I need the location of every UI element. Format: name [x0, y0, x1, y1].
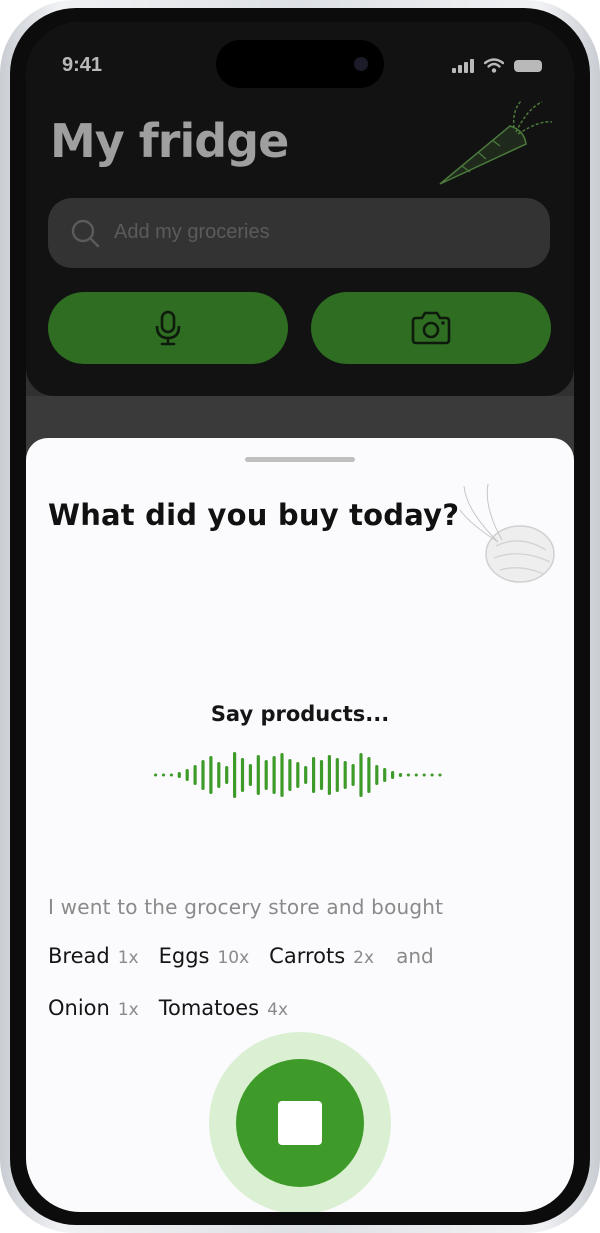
product-chip[interactable]: Onion 1x — [48, 996, 159, 1020]
waveform-bar — [327, 755, 331, 795]
waveform-bar — [256, 755, 260, 795]
product-chip[interactable]: Carrots 2x — [269, 944, 394, 968]
waveform-bar — [351, 764, 355, 786]
fridge-header-card: 9:41 My fridge Add my groceries — [26, 22, 574, 396]
waveform-bar — [177, 772, 181, 778]
product-name: Onion — [48, 996, 110, 1020]
transcript-conjunction: and — [396, 944, 434, 968]
waveform-bar — [398, 773, 403, 777]
waveform-bar — [335, 758, 339, 792]
waveform-bar — [264, 760, 268, 790]
waveform-bar — [414, 773, 418, 777]
listening-prompt: Say products... — [210, 702, 390, 726]
waveform-bar — [296, 762, 300, 788]
waveform-bar — [367, 757, 371, 793]
waveform-bar — [280, 753, 284, 797]
sheet-title: What did you buy today? — [48, 498, 460, 532]
waveform-bar — [359, 753, 363, 797]
waveform-bar — [217, 762, 221, 788]
signal-icon — [452, 58, 474, 73]
voice-input-sheet: What did you buy today? Say products... … — [26, 438, 574, 1212]
waveform-bar — [375, 765, 379, 785]
voice-input-button[interactable] — [48, 292, 288, 364]
waveform-bar — [438, 773, 442, 777]
front-camera — [354, 57, 368, 71]
waveform-bar — [161, 773, 166, 777]
product-chip[interactable]: Tomatoes 4x — [159, 996, 308, 1020]
waveform-bar — [209, 756, 213, 794]
app-screen: 9:41 My fridge Add my groceries What did… — [26, 22, 574, 1212]
waveform-bar — [272, 756, 276, 794]
product-chip[interactable]: Eggs 10x — [159, 944, 270, 968]
waveform-bar — [169, 773, 173, 777]
waveform-bar — [343, 761, 347, 789]
search-input[interactable]: Add my groceries — [48, 198, 550, 268]
carrot-illustration — [439, 99, 553, 185]
stop-recording-button[interactable] — [236, 1059, 364, 1187]
battery-icon — [514, 59, 542, 72]
product-qty: 2x — [353, 948, 375, 968]
dynamic-island — [216, 40, 384, 88]
product-qty: 1x — [117, 948, 139, 968]
waveform-bar — [248, 764, 252, 786]
waveform-bar — [304, 766, 308, 784]
waveform-bar — [185, 769, 189, 781]
product-name: Bread — [48, 944, 110, 968]
waveform-bar — [391, 771, 395, 779]
waveform-bar — [406, 773, 410, 777]
waveform-bar — [240, 758, 245, 792]
product-row: Onion 1x Tomatoes 4x — [48, 996, 308, 1020]
transcript-intro: I went to the grocery store and bought — [48, 895, 444, 919]
search-placeholder: Add my groceries — [114, 221, 270, 243]
status-time: 9:41 — [62, 54, 103, 76]
waveform-bar — [430, 773, 434, 777]
stop-icon — [278, 1101, 322, 1145]
product-name: Carrots — [269, 944, 346, 968]
waveform-bar — [383, 768, 387, 782]
microphone-icon — [155, 310, 181, 346]
product-row: Bread 1x Eggs 10x Carrots 2x and — [48, 944, 434, 968]
product-name: Tomatoes — [158, 996, 260, 1020]
waveform-bar — [233, 752, 237, 798]
camera-scan-button[interactable] — [311, 292, 551, 364]
wifi-icon — [484, 58, 504, 73]
product-qty: 1x — [117, 1000, 139, 1020]
camera-icon — [411, 311, 451, 345]
search-icon — [71, 219, 100, 248]
waveform-bar — [288, 759, 292, 791]
product-qty: 4x — [267, 1000, 289, 1020]
waveform-bar — [193, 765, 197, 785]
waveform-bar — [312, 757, 316, 793]
audio-waveform — [154, 752, 442, 798]
waveform-bar — [201, 760, 205, 790]
product-chip[interactable]: Bread 1x — [48, 944, 159, 968]
product-qty: 10x — [217, 948, 250, 968]
waveform-bar — [422, 773, 426, 777]
page-title: My fridge — [50, 114, 289, 168]
product-name: Eggs — [158, 944, 210, 968]
waveform-bar — [319, 760, 324, 790]
status-icons — [452, 58, 542, 73]
waveform-bar — [225, 766, 229, 784]
sheet-grabber[interactable] — [245, 457, 355, 462]
shrimp-illustration — [459, 483, 555, 583]
waveform-bar — [154, 773, 158, 777]
